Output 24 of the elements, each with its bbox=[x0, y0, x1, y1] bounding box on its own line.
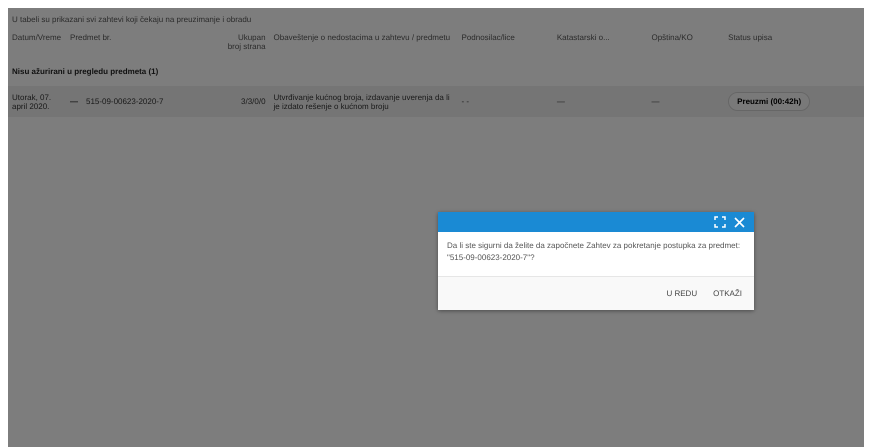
column-header[interactable]: Obaveštenje o nedostacima u zahtevu / predmetu bbox=[270, 30, 458, 59]
flag-mark: — bbox=[70, 97, 78, 106]
column-header[interactable]: Predmet br. bbox=[66, 30, 224, 59]
column-header[interactable]: Opština/KO bbox=[647, 30, 724, 59]
case-number: 515-09-00623-2020-7 bbox=[86, 97, 164, 106]
table-cell: - - bbox=[458, 86, 553, 117]
dialog-button[interactable]: OTKAŽI bbox=[707, 283, 748, 304]
table-cell: — bbox=[647, 86, 724, 117]
column-header[interactable]: Podnosilac/lice bbox=[458, 30, 553, 59]
dialog-button[interactable]: U REDU bbox=[660, 283, 704, 304]
column-header[interactable]: Datum/Vreme bbox=[8, 30, 66, 59]
intro-text: U tabeli su prikazani svi zahtevi koji čekaju na preuzimanje i obradu bbox=[11, 14, 252, 26]
take-button[interactable]: Preuzmi (00:42h) bbox=[728, 92, 810, 111]
column-header[interactable]: Status upisa bbox=[724, 30, 864, 59]
table-cell: Utvrđivanje kućnog broja, izdavanje uverenja da li je izdato rešenje o kućnom broju bbox=[270, 86, 458, 117]
column-header[interactable]: Ukupan broj strana bbox=[224, 30, 270, 59]
table-cell: — bbox=[552, 86, 648, 117]
table-cell: 3/3/0/0 bbox=[224, 86, 270, 117]
close-icon[interactable] bbox=[734, 216, 745, 228]
column-header[interactable]: Katastarski o... bbox=[552, 30, 648, 59]
table-cell: Utorak, 07. april 2020. bbox=[8, 86, 66, 117]
dialog-message: Da li ste sigurni da želite da započnete Zahtev za pokretanje postupka za predmet: "515-09-00623-2020-7"? bbox=[446, 240, 742, 264]
group-header[interactable]: Nisu ažurirani u pregledu predmeta (1) bbox=[8, 59, 864, 86]
maximize-icon[interactable] bbox=[714, 216, 726, 228]
